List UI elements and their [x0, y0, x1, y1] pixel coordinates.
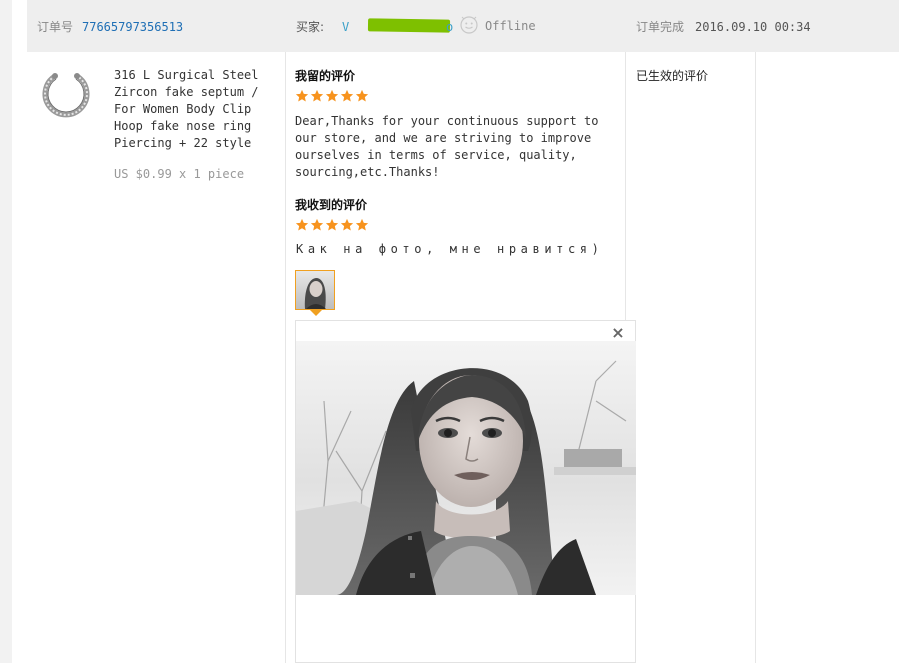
star-icon [325, 218, 339, 231]
received-review-text: Как на фото, мне нравится) [296, 242, 604, 256]
completed-label: 订单完成 [636, 20, 685, 34]
buyer-label: 买家: [296, 20, 325, 34]
star-icon [295, 218, 309, 231]
column-divider [285, 52, 286, 663]
received-review-stars [295, 218, 369, 234]
completed-time: 2016.09.10 00:34 [695, 20, 811, 34]
received-review-title: 我收到的评价 [295, 198, 368, 212]
order-number-label: 订单号 [37, 20, 74, 34]
review-photo-thumbnail[interactable] [295, 270, 335, 310]
star-icon [355, 218, 369, 231]
thumbnail-pointer [310, 310, 322, 316]
star-icon [340, 89, 354, 102]
close-icon[interactable]: × [611, 324, 625, 342]
product-thumbnail[interactable] [35, 66, 97, 128]
star-icon [325, 89, 339, 102]
thumbnail-photo [296, 271, 334, 309]
order-number-link[interactable]: 77665797356513 [82, 19, 183, 35]
review-status: 已生效的评价 [636, 69, 709, 83]
buyer-name-end[interactable]: o [446, 19, 453, 35]
star-icon [355, 89, 369, 102]
buyer-name-start[interactable]: V [342, 19, 349, 35]
product-title[interactable]: 316 L Surgical Steel Zircon fake septum … [114, 67, 264, 152]
left-gutter [0, 0, 12, 663]
offline-chat-icon[interactable] [460, 16, 478, 34]
my-review-stars [295, 89, 369, 105]
product-price: US $0.99 x 1 piece [114, 167, 245, 181]
buyer-name-redaction [367, 18, 451, 33]
star-icon [295, 89, 309, 102]
review-photo-large [296, 341, 636, 595]
my-review-text: Dear,Thanks for your continuous support … [295, 114, 599, 179]
my-review-title: 我留的评价 [295, 69, 356, 83]
star-icon [310, 218, 324, 231]
star-icon [310, 89, 324, 102]
star-icon [340, 218, 354, 231]
buyer-status: Offline [485, 19, 536, 33]
column-divider [755, 52, 756, 663]
